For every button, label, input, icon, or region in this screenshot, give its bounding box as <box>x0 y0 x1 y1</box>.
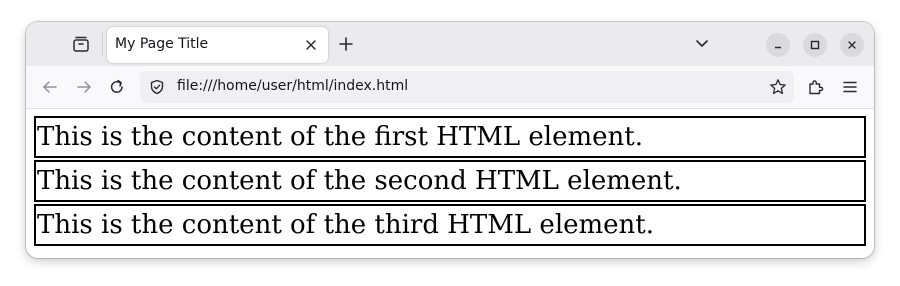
plus-icon[interactable] <box>336 34 356 54</box>
close-window-icon[interactable] <box>840 33 864 57</box>
star-icon[interactable] <box>768 77 788 97</box>
tab-separator <box>102 32 103 56</box>
tab-bar: My Page Title <box>26 22 874 66</box>
tab-overview-icon[interactable] <box>70 33 92 55</box>
reload-icon[interactable] <box>107 77 127 97</box>
hamburger-menu-icon[interactable] <box>840 77 860 97</box>
shield-icon[interactable] <box>148 78 166 96</box>
address-bar[interactable]: file:///home/user/html/index.html <box>140 71 794 103</box>
second-element-text: This is the content of the second HTML e… <box>37 166 682 196</box>
tab-title: My Page Title <box>115 36 209 52</box>
page-content: This is the content of the first HTML el… <box>26 109 874 258</box>
minimize-icon[interactable] <box>766 33 790 57</box>
chevron-down-icon[interactable] <box>692 34 712 54</box>
third-element-text: This is the content of the third HTML el… <box>37 210 655 240</box>
third-html-element: This is the content of the third HTML el… <box>34 204 866 246</box>
first-html-element: This is the content of the first HTML el… <box>34 116 866 158</box>
second-html-element: This is the content of the second HTML e… <box>34 160 866 202</box>
arrow-left-icon[interactable] <box>40 77 60 97</box>
puzzle-icon[interactable] <box>806 77 826 97</box>
browser-window: My Page Title file:///home/user/html/ind… <box>26 22 874 258</box>
first-element-text: This is the content of the first HTML el… <box>37 122 643 152</box>
navigation-toolbar: file:///home/user/html/index.html <box>26 66 874 109</box>
maximize-icon[interactable] <box>803 33 827 57</box>
arrow-right-icon[interactable] <box>74 77 94 97</box>
close-icon[interactable] <box>302 36 320 54</box>
url-text[interactable]: file:///home/user/html/index.html <box>177 78 408 94</box>
tab-my-page-title[interactable]: My Page Title <box>107 27 328 63</box>
